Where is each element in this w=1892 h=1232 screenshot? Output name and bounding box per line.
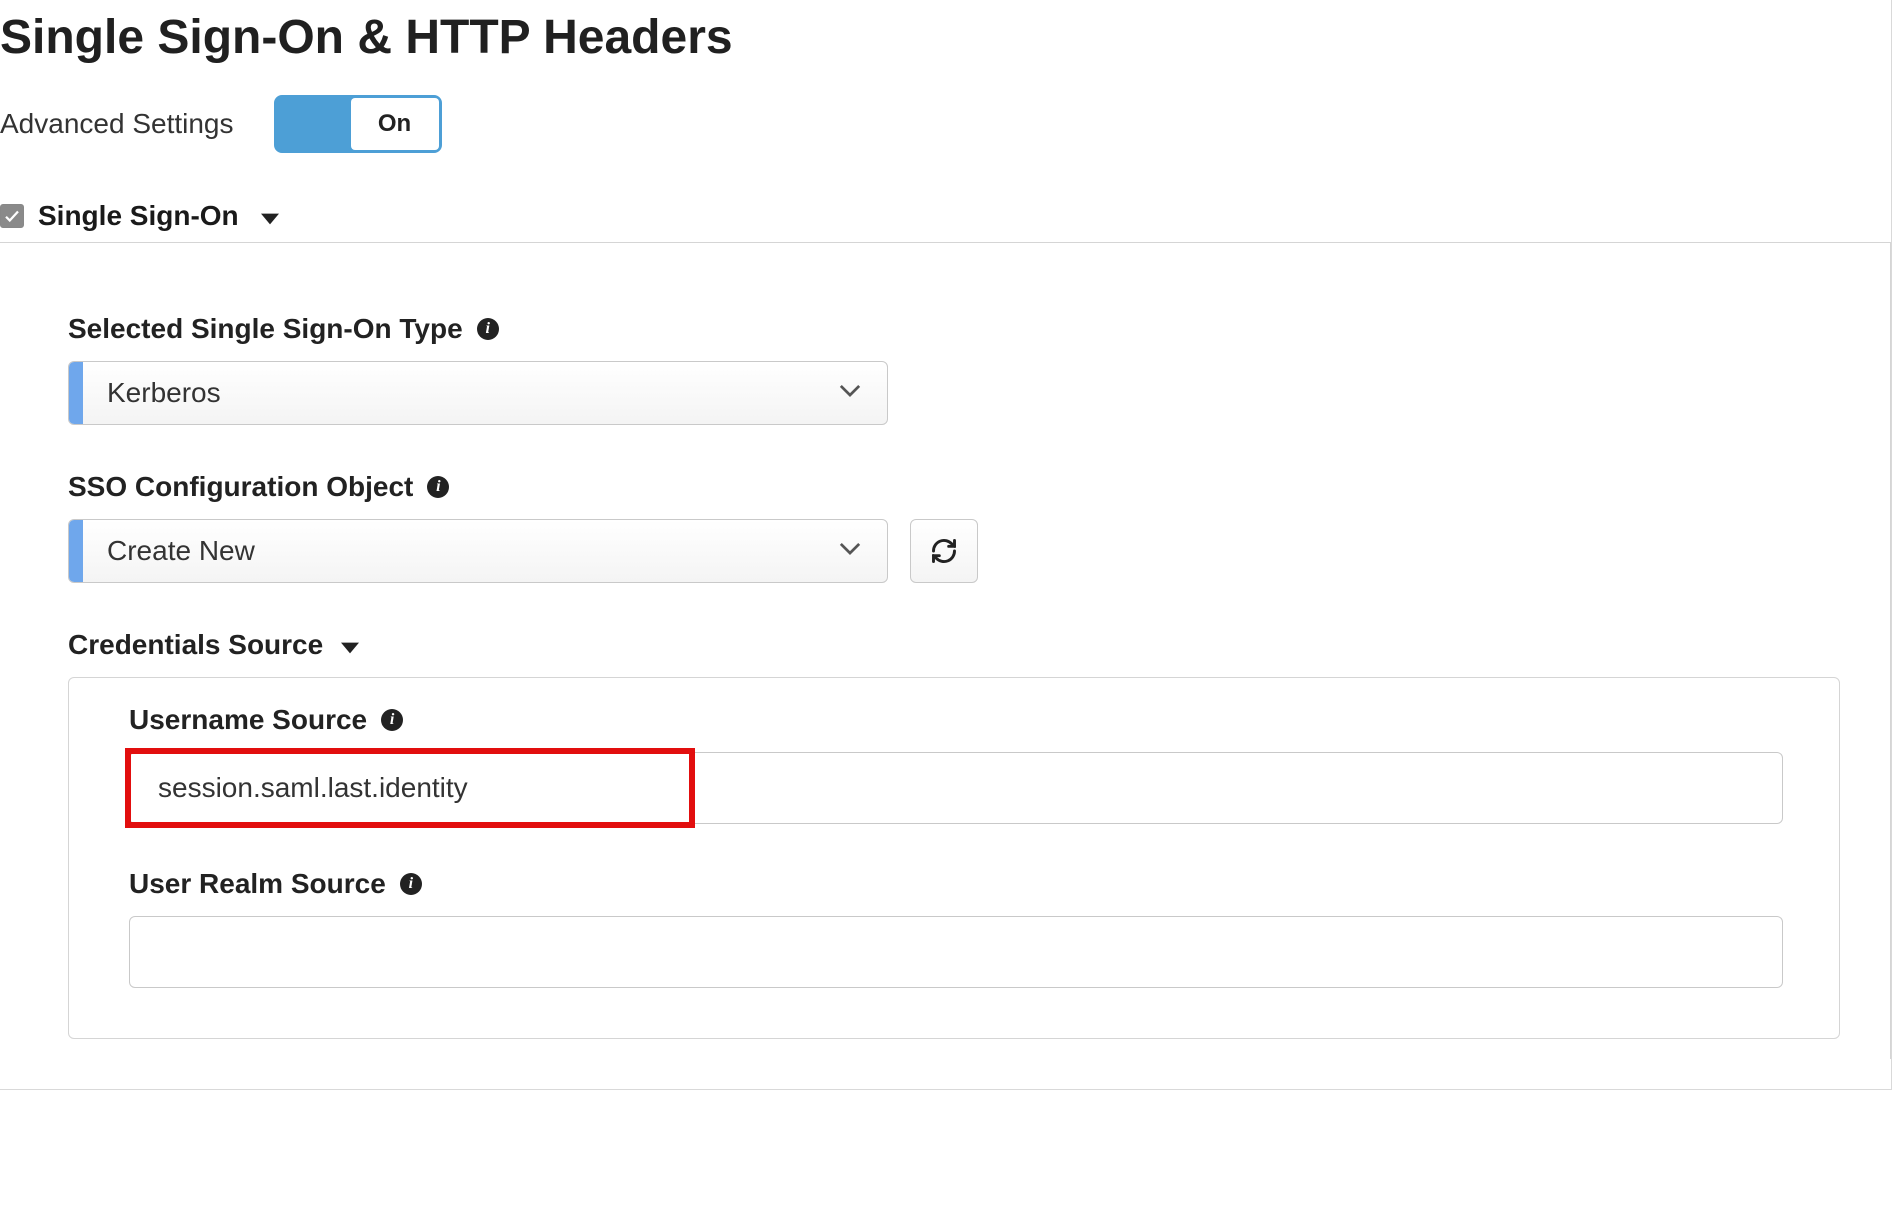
sso-config-select[interactable]: Create New bbox=[68, 519, 888, 583]
credentials-source-header[interactable]: Credentials Source bbox=[68, 629, 1850, 661]
username-source-label: Username Source i bbox=[129, 704, 1783, 736]
sso-config-value: Create New bbox=[83, 535, 255, 567]
info-icon[interactable]: i bbox=[400, 873, 422, 895]
sso-config-label-text: SSO Configuration Object bbox=[68, 471, 413, 503]
check-icon bbox=[3, 207, 21, 225]
sso-panel: Selected Single Sign-On Type i Kerberos … bbox=[0, 242, 1891, 1059]
toggle-state-label: On bbox=[378, 110, 411, 138]
sso-section-header[interactable]: Single Sign-On bbox=[0, 198, 1891, 242]
advanced-settings-row: Advanced Settings On bbox=[0, 95, 1891, 153]
chevron-down-icon bbox=[839, 542, 861, 561]
chevron-down-icon bbox=[839, 384, 861, 403]
caret-down-icon bbox=[261, 200, 279, 232]
sso-type-value: Kerberos bbox=[83, 377, 221, 409]
sso-checkbox[interactable] bbox=[0, 204, 24, 228]
sso-config-label: SSO Configuration Object i bbox=[68, 471, 1850, 503]
page-title: Single Sign-On & HTTP Headers bbox=[0, 0, 1891, 95]
info-icon[interactable]: i bbox=[427, 476, 449, 498]
sso-section-title: Single Sign-On bbox=[38, 200, 239, 232]
caret-down-icon bbox=[341, 629, 359, 661]
refresh-icon bbox=[930, 537, 958, 565]
user-realm-source-label: User Realm Source i bbox=[129, 868, 1783, 900]
username-source-label-text: Username Source bbox=[129, 704, 367, 736]
sso-type-label-text: Selected Single Sign-On Type bbox=[68, 313, 463, 345]
credentials-panel: Username Source i User Realm Source i bbox=[68, 677, 1840, 1039]
credentials-source-title: Credentials Source bbox=[68, 629, 323, 661]
username-source-input[interactable] bbox=[129, 752, 1783, 824]
advanced-settings-toggle[interactable]: On bbox=[274, 95, 442, 153]
sso-type-select[interactable]: Kerberos bbox=[68, 361, 888, 425]
toggle-knob: On bbox=[351, 98, 439, 150]
select-marker bbox=[69, 362, 83, 424]
refresh-button[interactable] bbox=[910, 519, 978, 583]
select-marker bbox=[69, 520, 83, 582]
info-icon[interactable]: i bbox=[381, 709, 403, 731]
sso-type-label: Selected Single Sign-On Type i bbox=[68, 313, 1850, 345]
user-realm-source-input[interactable] bbox=[129, 916, 1783, 988]
user-realm-source-label-text: User Realm Source bbox=[129, 868, 386, 900]
advanced-settings-label: Advanced Settings bbox=[0, 108, 234, 140]
info-icon[interactable]: i bbox=[477, 318, 499, 340]
